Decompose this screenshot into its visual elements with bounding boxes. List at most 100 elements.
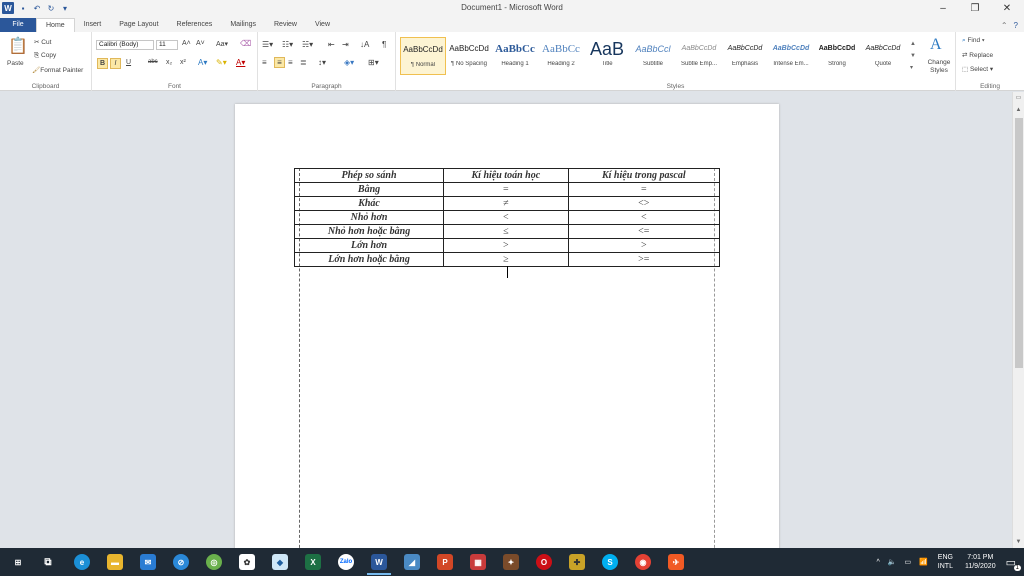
vertical-scrollbar[interactable]: ▭ ▲ ▼ bbox=[1012, 92, 1024, 548]
tab-home[interactable]: Home bbox=[36, 18, 75, 32]
table-cell[interactable]: = bbox=[443, 182, 569, 197]
minimize-ribbon-icon[interactable]: ⌃ bbox=[1001, 21, 1008, 30]
safari-icon[interactable]: ⊘ bbox=[173, 554, 189, 570]
clock[interactable]: 7:01 PM 11/9/2020 bbox=[965, 553, 996, 571]
minimize-button[interactable]: – bbox=[928, 1, 958, 15]
scroll-up-icon[interactable]: ▲ bbox=[1013, 104, 1024, 116]
table-cell[interactable]: Bằng bbox=[293, 182, 445, 197]
format-painter-button[interactable]: 🖌Format Painter bbox=[32, 66, 83, 74]
style-subtle-emphasis[interactable]: AaBbCcDd Subtle Emp... bbox=[676, 37, 722, 75]
maximize-button[interactable]: ❐ bbox=[960, 1, 990, 15]
highlight-icon[interactable]: ✎▾ bbox=[216, 58, 227, 67]
table-cell[interactable]: ≤ bbox=[443, 224, 569, 239]
table-cell[interactable]: < bbox=[567, 210, 721, 225]
windows-start-icon[interactable]: ⊞ bbox=[10, 554, 26, 570]
clear-formatting-icon[interactable]: ⌫ bbox=[240, 39, 251, 48]
decrease-indent-icon[interactable]: ⇤ bbox=[328, 40, 335, 49]
replace-button[interactable]: ⇄ Replace bbox=[962, 51, 993, 59]
borders-icon[interactable]: ⊞▾ bbox=[368, 58, 379, 67]
table-cell[interactable]: > bbox=[443, 238, 569, 253]
strikethrough-button[interactable]: abc bbox=[148, 59, 158, 65]
table-header-cell[interactable]: Phép so sánh bbox=[293, 168, 445, 183]
app-grid-icon[interactable]: ▦ bbox=[470, 554, 486, 570]
paste-icon[interactable]: 📋 bbox=[8, 36, 28, 56]
numbering-icon[interactable]: ☷▾ bbox=[282, 40, 293, 49]
app-game-icon[interactable]: ✦ bbox=[503, 554, 519, 570]
scroll-thumb[interactable] bbox=[1015, 118, 1023, 368]
chrome-icon[interactable]: ◉ bbox=[635, 554, 651, 570]
style-heading-2[interactable]: AaBbCc Heading 2 bbox=[538, 37, 584, 75]
font-size-combo[interactable]: 11 bbox=[156, 40, 178, 50]
battery-icon[interactable]: ▭ bbox=[904, 558, 911, 566]
close-button[interactable]: ✕ bbox=[992, 1, 1022, 15]
ms-office-icon[interactable]: ◆ bbox=[272, 554, 288, 570]
select-button[interactable]: ⬚ Select ▾ bbox=[962, 65, 993, 73]
table-cell[interactable]: <> bbox=[567, 196, 721, 211]
grow-font-icon[interactable]: A˄ bbox=[182, 40, 191, 47]
multilevel-list-icon[interactable]: ☵▾ bbox=[302, 40, 313, 49]
styles-scroll-icon[interactable]: ▲ ▼ ▾ bbox=[910, 38, 916, 74]
style-no-spacing[interactable]: AaBbCcDd ¶ No Spacing bbox=[446, 37, 492, 75]
bold-button[interactable]: B bbox=[97, 58, 108, 69]
show-marks-icon[interactable]: ¶ bbox=[382, 40, 386, 49]
language-indicator[interactable]: ENG INTL bbox=[938, 553, 953, 571]
table-cell[interactable]: Nhỏ hơn hoặc bằng bbox=[293, 224, 445, 239]
bullets-icon[interactable]: ☰▾ bbox=[262, 40, 273, 49]
table-cell[interactable]: ≥ bbox=[443, 252, 569, 267]
italic-button[interactable]: I bbox=[110, 58, 121, 69]
notifications-icon[interactable]: ▭ 1 bbox=[1006, 556, 1021, 571]
tray-chevron-icon[interactable]: ^ bbox=[876, 559, 879, 566]
justify-icon[interactable]: ≣ bbox=[300, 58, 307, 67]
sort-icon[interactable]: ↓A bbox=[360, 40, 369, 49]
excel-icon[interactable]: X bbox=[305, 554, 321, 570]
change-case-icon[interactable]: Aa▾ bbox=[216, 40, 228, 48]
mail-icon[interactable]: ✉ bbox=[140, 554, 156, 570]
table-cell[interactable]: <= bbox=[567, 224, 721, 239]
font-color-icon[interactable]: A▾ bbox=[236, 58, 245, 67]
volume-icon[interactable]: 🔈 bbox=[888, 558, 897, 566]
table-cell[interactable]: < bbox=[443, 210, 569, 225]
settings-icon[interactable]: ✿ bbox=[239, 554, 255, 570]
tab-file[interactable]: File bbox=[0, 18, 36, 32]
table-header-cell[interactable]: Kí hiệu trong pascal bbox=[567, 168, 721, 183]
line-spacing-icon[interactable]: ↕▾ bbox=[318, 58, 326, 67]
chrome-green-icon[interactable]: ◎ bbox=[206, 554, 222, 570]
tab-review[interactable]: Review bbox=[265, 18, 306, 32]
style-strong[interactable]: AaBbCcDd Strong bbox=[814, 37, 860, 75]
shading-icon[interactable]: ◈▾ bbox=[344, 58, 354, 67]
style-title[interactable]: AaB Title bbox=[584, 37, 630, 75]
app-blue-icon[interactable]: ◢ bbox=[404, 554, 420, 570]
style-emphasis[interactable]: AaBbCcDd Emphasis bbox=[722, 37, 768, 75]
cut-button[interactable]: ✂ Cut bbox=[34, 38, 51, 46]
document-page[interactable]: Phép so sánh Kí hiệu toán học Kí hiệu tr… bbox=[235, 104, 779, 548]
underline-button[interactable]: U bbox=[126, 59, 131, 66]
table-cell[interactable]: Nhỏ hơn bbox=[293, 210, 445, 225]
align-left-icon[interactable]: ≡ bbox=[262, 58, 267, 67]
table-cell[interactable]: = bbox=[567, 182, 721, 197]
powerpoint-icon[interactable]: P bbox=[437, 554, 453, 570]
tab-mailings[interactable]: Mailings bbox=[221, 18, 265, 32]
task-view-icon[interactable]: ⧉ bbox=[40, 554, 56, 570]
tab-insert[interactable]: Insert bbox=[75, 18, 111, 32]
ruler-toggle-icon[interactable]: ▭ bbox=[1013, 92, 1024, 104]
increase-indent-icon[interactable]: ⇥ bbox=[342, 40, 349, 49]
style-quote[interactable]: AaBbCcDd Quote bbox=[860, 37, 906, 75]
tab-view[interactable]: View bbox=[306, 18, 339, 32]
word-taskbar-icon[interactable]: W bbox=[367, 554, 391, 575]
skype-icon[interactable]: S bbox=[602, 554, 618, 570]
app-gold-icon[interactable]: ✚ bbox=[569, 554, 585, 570]
table-cell[interactable]: Lớn hơn bbox=[293, 238, 445, 253]
subscript-button[interactable]: x₂ bbox=[166, 59, 172, 66]
superscript-button[interactable]: x² bbox=[180, 59, 186, 66]
style-subtitle[interactable]: AaBbCcl Subtitle bbox=[630, 37, 676, 75]
shrink-font-icon[interactable]: A˅ bbox=[196, 40, 205, 47]
find-button[interactable]: ⌕ Find ▾ bbox=[962, 37, 985, 45]
table-cell[interactable]: Lớn hơn hoặc bằng bbox=[293, 252, 445, 267]
align-center-icon[interactable]: ≡ bbox=[274, 57, 285, 68]
comparison-table[interactable]: Phép so sánh Kí hiệu toán học Kí hiệu tr… bbox=[293, 168, 721, 267]
change-styles-icon[interactable]: A bbox=[930, 36, 942, 54]
opera-icon[interactable]: O bbox=[536, 554, 552, 570]
tab-page-layout[interactable]: Page Layout bbox=[110, 18, 167, 32]
text-effects-icon[interactable]: A▾ bbox=[198, 58, 207, 67]
zalo-icon[interactable]: Zalo bbox=[338, 554, 354, 570]
